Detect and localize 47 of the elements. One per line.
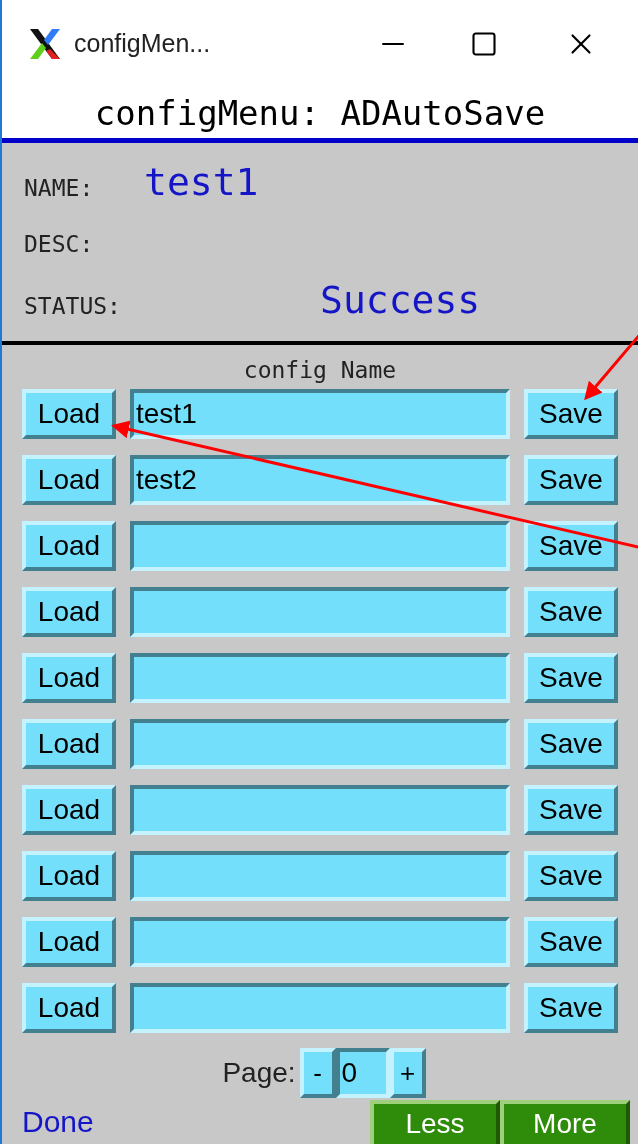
previous-page-button[interactable]: - <box>299 1048 336 1098</box>
toggle-button[interactable]: Less <box>370 1100 500 1144</box>
load-button[interactable]: Load <box>22 653 116 703</box>
load-button[interactable]: Load <box>22 587 116 637</box>
save-button[interactable]: Save <box>524 719 618 769</box>
config-name-field[interactable] <box>130 785 510 835</box>
save-button[interactable]: Save <box>524 587 618 637</box>
next-page-button[interactable]: + <box>389 1048 426 1098</box>
load-button[interactable]: Load <box>22 785 116 835</box>
config-name-field[interactable] <box>130 983 510 1033</box>
load-button[interactable]: Load <box>22 983 116 1033</box>
config-name-field[interactable] <box>130 719 510 769</box>
load-button[interactable]: Load <box>22 917 116 967</box>
save-button[interactable]: Save <box>524 653 618 703</box>
app-logo-icon <box>28 27 62 61</box>
save-button[interactable]: Save <box>524 785 618 835</box>
config-name-field[interactable] <box>130 521 510 571</box>
load-button[interactable]: Load <box>22 521 116 571</box>
status-value: Success <box>320 277 481 324</box>
save-button[interactable]: Save <box>524 389 618 439</box>
config-name-field[interactable]: test2 <box>130 455 510 505</box>
status-text: Done <box>22 1104 94 1140</box>
load-button[interactable]: Load <box>22 851 116 901</box>
field-label: STATUS: <box>24 291 122 321</box>
page-field[interactable]: 0 <box>335 1048 390 1098</box>
config-name-field[interactable] <box>130 587 510 637</box>
save-button[interactable]: Save <box>524 917 618 967</box>
save-button[interactable]: Save <box>524 983 618 1033</box>
toggle-button[interactable]: More <box>500 1100 630 1144</box>
field-label: DESC: <box>24 229 95 259</box>
config-name-field[interactable] <box>130 851 510 901</box>
config-name-field[interactable] <box>130 917 510 967</box>
column-heading: config Name <box>243 356 397 385</box>
config-name-field[interactable] <box>130 653 510 703</box>
name-value: test1 <box>144 159 259 206</box>
save-button[interactable]: Save <box>524 521 618 571</box>
load-button[interactable]: Load <box>22 455 116 505</box>
maximize-icon[interactable] <box>470 30 498 58</box>
panel-title: configMenu: ADAutoSave <box>94 91 546 135</box>
save-button[interactable]: Save <box>524 851 618 901</box>
window-title: configMen... <box>74 28 211 60</box>
load-button[interactable]: Load <box>22 389 116 439</box>
config-name-field[interactable]: test1 <box>130 389 510 439</box>
page-label: Page: <box>222 1056 296 1090</box>
save-button[interactable]: Save <box>524 455 618 505</box>
load-button[interactable]: Load <box>22 719 116 769</box>
field-label: NAME: <box>24 173 95 203</box>
